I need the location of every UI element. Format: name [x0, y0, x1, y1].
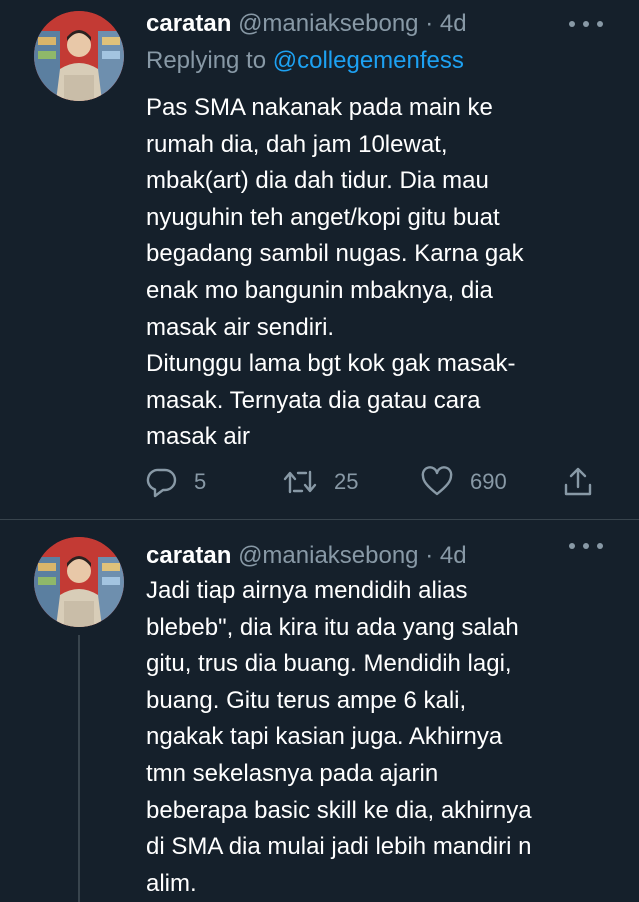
user-handle[interactable]: @maniaksebong [238, 10, 418, 37]
thread-line [78, 635, 80, 902]
like-button[interactable]: 690 [420, 462, 507, 502]
timestamp[interactable]: · 4d [425, 542, 466, 569]
tweet-text: Pas SMA nakanak pada main ke rumah dia, … [146, 94, 524, 451]
reply-count: 5 [194, 469, 207, 494]
user-handle[interactable]: @maniaksebong [238, 542, 418, 569]
avatar[interactable] [34, 537, 124, 627]
retweet-count: 25 [334, 469, 359, 494]
like-count: 690 [470, 469, 507, 494]
reply-button[interactable]: 5 [146, 462, 206, 502]
retweet-icon [282, 466, 318, 498]
tweet-1[interactable]: caratan @maniaksebong · 4d Replying to @… [0, 0, 639, 520]
timestamp[interactable]: · 4d [425, 10, 466, 37]
display-name[interactable]: caratan [146, 542, 231, 569]
tweet-2[interactable]: caratan @maniaksebong · 4d Jadi tiap air… [0, 520, 639, 902]
tweet-header: caratan @maniaksebong · 4d [146, 541, 467, 571]
more-horizontal-icon[interactable] [566, 536, 606, 556]
avatar[interactable] [34, 11, 124, 101]
more-horizontal-icon[interactable] [566, 14, 606, 34]
retweet-button[interactable]: 25 [282, 462, 358, 502]
replying-to: Replying to @collegemenfess [146, 46, 464, 76]
tweet-actions: 5 25 690 [146, 462, 606, 502]
tweet-text: Jadi tiap airnya mendidih alias blebeb",… [146, 577, 532, 897]
tweet-header: caratan @maniaksebong · 4d [146, 9, 467, 39]
share-button[interactable] [562, 462, 594, 502]
display-name[interactable]: caratan [146, 10, 231, 37]
share-icon [562, 465, 594, 499]
mention-link[interactable]: @collegemenfess [273, 47, 464, 74]
heart-icon [420, 466, 454, 498]
replying-label: Replying to [146, 47, 273, 74]
reply-icon [146, 466, 178, 498]
